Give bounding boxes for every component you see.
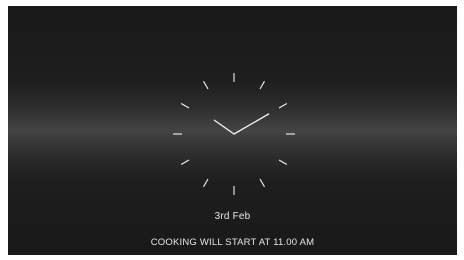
minute-hand bbox=[233, 113, 270, 135]
oven-display-screen: 3rd Feb COOKING WILL START AT 11.00 AM bbox=[8, 6, 457, 255]
clock-tick-1 bbox=[259, 80, 265, 90]
clock-tick-8 bbox=[180, 159, 190, 165]
clock-tick-11 bbox=[203, 80, 209, 90]
cooking-status-text: COOKING WILL START AT 11.00 AM bbox=[150, 237, 315, 248]
hour-hand bbox=[213, 119, 235, 135]
clock-tick-10 bbox=[180, 103, 190, 109]
clock-face bbox=[173, 73, 295, 195]
analog-clock bbox=[158, 64, 310, 206]
clock-tick-5 bbox=[259, 178, 265, 188]
clock-tick-4 bbox=[278, 159, 288, 165]
clock-tick-2 bbox=[278, 103, 288, 109]
clock-tick-7 bbox=[203, 178, 209, 188]
date-label: 3rd Feb bbox=[214, 211, 251, 222]
